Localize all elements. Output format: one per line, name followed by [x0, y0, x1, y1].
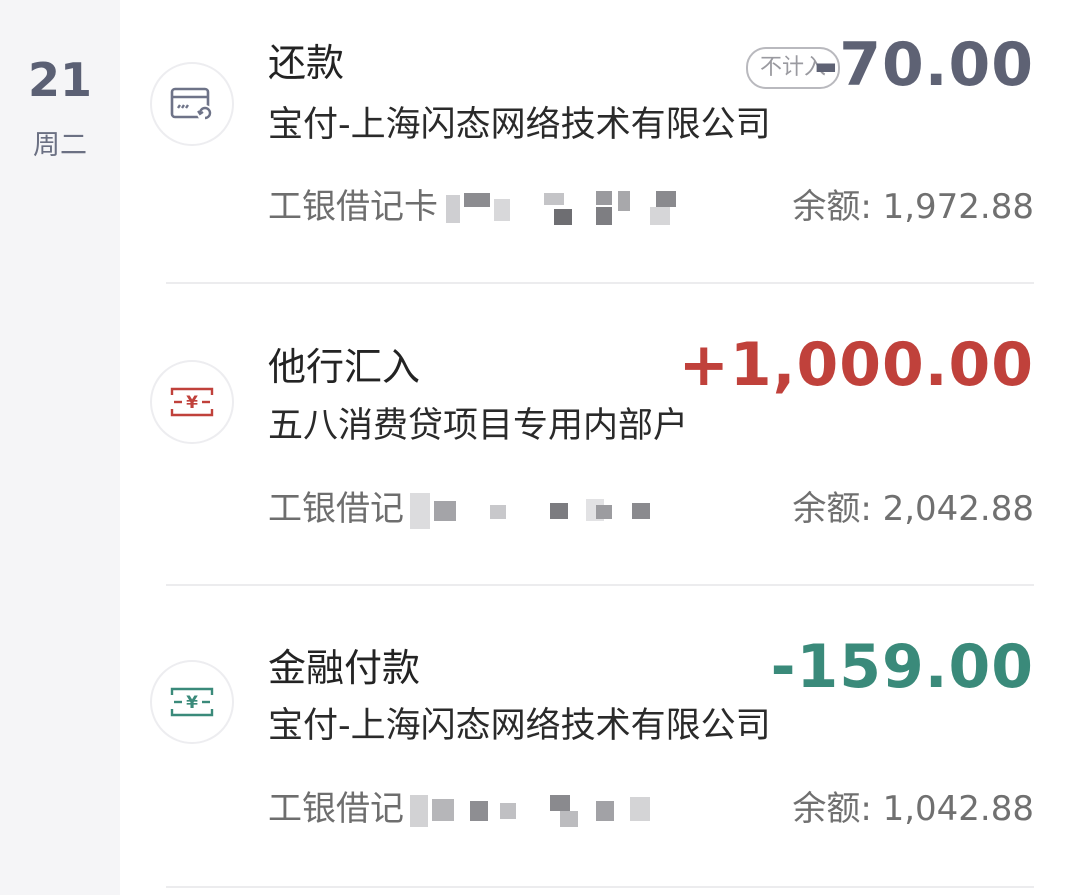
card-name: 工银借记	[268, 789, 404, 829]
card-info: 工银借记	[268, 486, 650, 532]
card-repay-icon	[150, 62, 234, 146]
masked-card-number	[444, 189, 684, 229]
merchant-name: 宝付-上海闪态网络技术有限公司	[268, 706, 771, 746]
divider	[166, 886, 1034, 888]
balance: 余额: 1,972.88	[792, 187, 1034, 227]
transaction-amount: -70.00	[813, 30, 1034, 100]
yuan-transfer-icon: ¥	[150, 360, 234, 444]
transaction-type: 他行汇入	[268, 345, 421, 389]
yuan-transfer-icon: ¥	[150, 660, 234, 744]
merchant-name: 五八消费贷项目专用内部户	[268, 406, 689, 446]
transaction-list-page: 21 周二 还款 不计入 -70.00 宝付-上海闪态网络技术有限公司 工银借记…	[0, 0, 1080, 895]
card-info: 工银借记卡	[268, 184, 684, 230]
date-column: 21 周二	[0, 0, 120, 895]
card-info: 工银借记	[268, 786, 650, 832]
transaction-list: 还款 不计入 -70.00 宝付-上海闪态网络技术有限公司 工银借记卡 余额: …	[120, 0, 1080, 895]
balance: 余额: 1,042.88	[792, 789, 1034, 829]
merchant-name: 宝付-上海闪态网络技术有限公司	[268, 105, 771, 145]
divider	[166, 282, 1034, 284]
card-name: 工银借记卡	[268, 187, 438, 227]
transaction-type: 金融付款	[268, 646, 421, 690]
day-number: 21	[27, 53, 92, 107]
transaction-item[interactable]: 还款 不计入 -70.00 宝付-上海闪态网络技术有限公司 工银借记卡 余额: …	[120, 0, 1080, 300]
balance: 余额: 2,042.88	[792, 489, 1034, 529]
transaction-item[interactable]: ¥ 他行汇入 +1,000.00 五八消费贷项目专用内部户 工银借记 余额: 2…	[120, 300, 1080, 600]
weekday-label: 周二	[33, 130, 87, 161]
transaction-amount: -159.00	[770, 632, 1034, 702]
masked-card-number	[410, 791, 650, 831]
transaction-amount: +1,000.00	[678, 330, 1034, 400]
transaction-type: 还款	[268, 41, 345, 85]
transaction-item[interactable]: ¥ 金融付款 -159.00 宝付-上海闪态网络技术有限公司 工银借记 余额: …	[120, 600, 1080, 895]
svg-text:¥: ¥	[186, 393, 198, 413]
divider	[166, 584, 1034, 586]
card-name: 工银借记	[268, 489, 404, 529]
svg-text:¥: ¥	[186, 693, 198, 713]
masked-card-number	[410, 491, 650, 531]
